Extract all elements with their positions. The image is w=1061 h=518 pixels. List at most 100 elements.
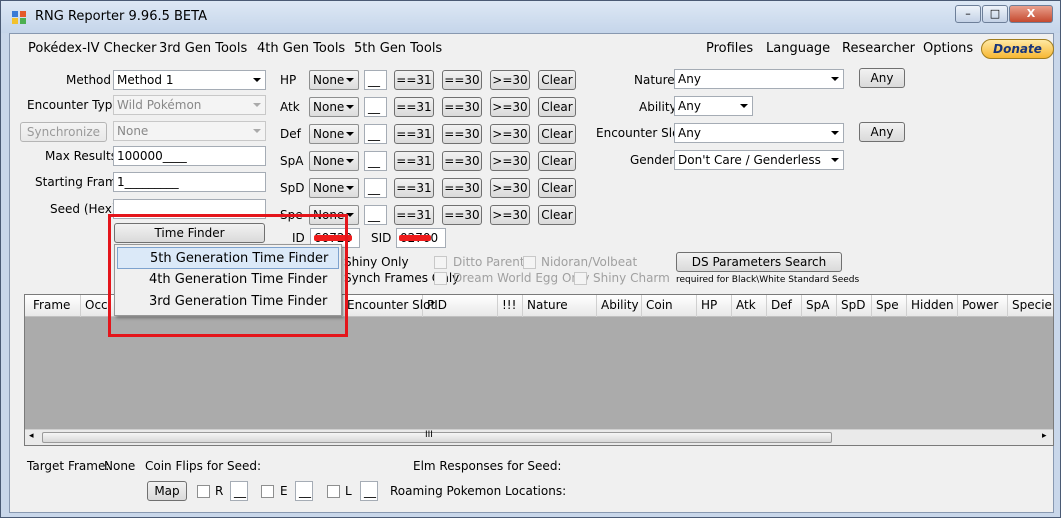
iv-atk-eq30-button[interactable]: ==30 [442,97,482,117]
nature-select[interactable]: Any [674,69,844,89]
iv-spa-eq30-button[interactable]: ==30 [442,151,482,171]
ditto-parent-label: Ditto Parent [453,255,525,269]
iv-hp-value-input[interactable]: __ [364,70,387,90]
iv-def-eq31-button[interactable]: ==31 [394,124,434,144]
shiny-charm-checkbox[interactable] [574,272,587,285]
menu-researcher[interactable]: Researcher [842,41,915,56]
ditto-parent-checkbox[interactable] [434,256,447,269]
ability-select[interactable]: Any [674,96,753,116]
iv-atk-eq31-button[interactable]: ==31 [394,97,434,117]
nature-any-button[interactable]: Any [859,68,905,88]
elm-responses-label: Elm Responses for Seed: [413,459,562,473]
nidoran-volbeat-checkbox[interactable] [523,256,536,269]
iv-hp-ge30-button[interactable]: >=30 [490,70,530,90]
iv-hp-compare-select[interactable]: None [309,70,359,90]
synchronize-button[interactable]: Synchronize [20,122,107,142]
highlight-box [108,214,348,337]
column-header[interactable]: Def [771,298,792,312]
column-divider [696,295,697,317]
close-button[interactable]: X [1009,5,1053,23]
scroll-left-icon[interactable]: ◂ [29,431,34,441]
column-header[interactable]: Frame [33,298,70,312]
iv-spe-clear-button[interactable]: Clear [538,205,576,225]
scrollbar-thumb[interactable]: III [42,430,832,443]
iv-spe-ge30-button[interactable]: >=30 [490,205,530,225]
horizontal-scrollbar[interactable]: ◂ III ▸ [25,429,1053,445]
column-header[interactable]: PID [427,298,447,312]
iv-atk-clear-button[interactable]: Clear [538,97,576,117]
column-header[interactable]: Ability [601,298,639,312]
l-input[interactable]: __ [360,481,378,501]
menu-options[interactable]: Options [923,41,973,56]
max-results-input[interactable]: 100000____ [113,146,266,166]
column-header[interactable]: Coin [646,298,673,312]
minimize-button[interactable]: – [955,5,981,23]
scroll-right-icon[interactable]: ▸ [1042,431,1047,441]
column-header[interactable]: Atk [736,298,756,312]
iv-hp-eq30-button[interactable]: ==30 [442,70,482,90]
starting-frame-label: Starting Frame [35,175,125,189]
starting-frame-input[interactable]: 1_________ [113,172,266,192]
column-header[interactable]: SpD [841,298,865,312]
column-divider [80,295,81,317]
column-header[interactable]: Nature [527,298,568,312]
iv-spa-clear-button[interactable]: Clear [538,151,576,171]
synchronize-select[interactable]: None [113,121,266,141]
column-header[interactable]: Power [962,298,998,312]
column-header[interactable]: HP [701,298,717,312]
iv-atk-compare-select[interactable]: None [309,97,359,117]
dream-world-egg-checkbox[interactable] [434,272,447,285]
l-checkbox[interactable] [327,485,340,498]
iv-hp-clear-button[interactable]: Clear [538,70,576,90]
iv-def-ge30-button[interactable]: >=30 [490,124,530,144]
encounter-type-select[interactable]: Wild Pokémon [113,95,266,115]
menu-5th-gen-tools[interactable]: 5th Gen Tools [354,41,442,56]
column-divider [641,295,642,317]
ds-parameters-search-button[interactable]: DS Parameters Search [676,252,842,272]
iv-spd-eq30-button[interactable]: ==30 [442,178,482,198]
iv-def-clear-button[interactable]: Clear [538,124,576,144]
e-label: E [280,484,288,498]
column-header[interactable]: SpA [806,298,829,312]
menu-4th-gen-tools[interactable]: 4th Gen Tools [257,41,345,56]
encounter-slot-select[interactable]: Any [674,123,844,143]
e-input[interactable]: __ [295,481,313,501]
iv-spa-value-input[interactable]: __ [364,151,387,171]
iv-atk-value-input[interactable]: __ [364,97,387,117]
iv-spe-eq30-button[interactable]: ==30 [442,205,482,225]
iv-atk-ge30-button[interactable]: >=30 [490,97,530,117]
iv-spe-eq31-button[interactable]: ==31 [394,205,434,225]
column-header[interactable]: Hidden [911,298,954,312]
menu-pokedex-iv-checker[interactable]: Pokédex-IV Checker [28,41,157,56]
iv-spd-ge30-button[interactable]: >=30 [490,178,530,198]
method-select[interactable]: Method 1 [113,70,266,90]
iv-def-eq30-button[interactable]: ==30 [442,124,482,144]
donate-button[interactable]: Donate [981,39,1054,59]
iv-spd-compare-select[interactable]: None [309,178,359,198]
iv-spa-eq31-button[interactable]: ==31 [394,151,434,171]
gender-select[interactable]: Don't Care / Genderless [674,150,844,170]
maximize-button[interactable]: □ [982,5,1008,23]
iv-hp-eq31-button[interactable]: ==31 [394,70,434,90]
column-header[interactable]: !!! [502,298,516,312]
r-input[interactable]: __ [230,481,248,501]
column-header[interactable]: Specie [1012,298,1052,312]
menu-3rd-gen-tools[interactable]: 3rd Gen Tools [159,41,247,56]
iv-spe-value-input[interactable]: __ [364,205,387,225]
iv-def-value-input[interactable]: __ [364,124,387,144]
r-checkbox[interactable] [197,485,210,498]
iv-def-compare-select[interactable]: None [309,124,359,144]
iv-spa-compare-select[interactable]: None [309,151,359,171]
encounter-slot-any-button[interactable]: Any [859,122,905,142]
menu-language[interactable]: Language [766,41,830,56]
iv-spd-clear-button[interactable]: Clear [538,178,576,198]
menu-profiles[interactable]: Profiles [706,41,753,56]
iv-spd-eq31-button[interactable]: ==31 [394,178,434,198]
e-checkbox[interactable] [261,485,274,498]
iv-spa-ge30-button[interactable]: >=30 [490,151,530,171]
column-header[interactable]: Occ [85,298,108,312]
iv-spd-value-input[interactable]: __ [364,178,387,198]
map-button[interactable]: Map [147,481,187,501]
column-header[interactable]: Spe [876,298,899,312]
shiny-charm-label: Shiny Charm [593,271,670,285]
